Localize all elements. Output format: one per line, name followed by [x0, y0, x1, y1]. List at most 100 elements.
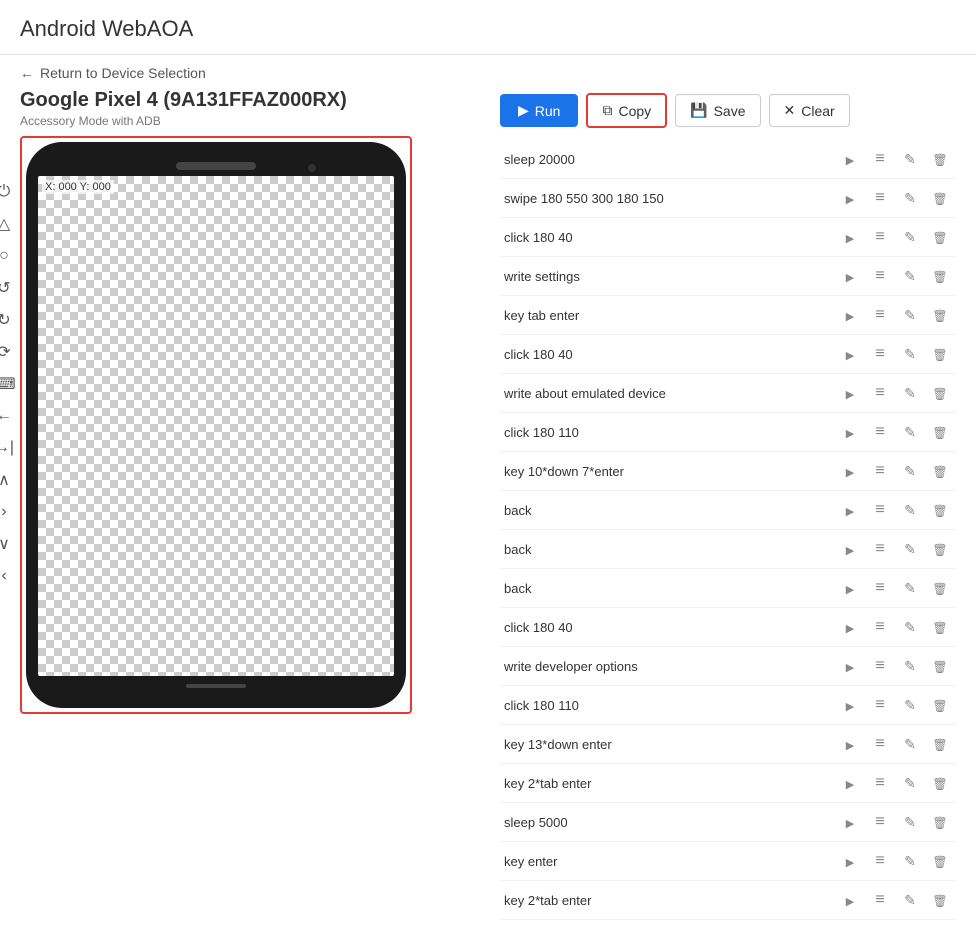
edit-command-btn[interactable] [898, 849, 922, 873]
run-command-btn[interactable] [838, 381, 862, 405]
reorder-command-btn[interactable] [868, 264, 892, 288]
back-nav[interactable]: ← Return to Device Selection [0, 55, 976, 89]
edit-command-btn[interactable] [898, 537, 922, 561]
delete-command-btn[interactable] [928, 576, 952, 600]
edit-command-btn[interactable] [898, 498, 922, 522]
run-command-btn[interactable] [838, 654, 862, 678]
power-btn[interactable]: ⏻ [0, 178, 18, 206]
delete-command-btn[interactable] [928, 615, 952, 639]
reorder-command-btn[interactable] [868, 732, 892, 756]
edit-command-btn[interactable] [898, 186, 922, 210]
delete-command-btn[interactable] [928, 186, 952, 210]
reorder-command-btn[interactable] [868, 498, 892, 522]
reorder-command-btn[interactable] [868, 849, 892, 873]
delete-command-btn[interactable] [928, 693, 952, 717]
edit-command-btn[interactable] [898, 147, 922, 171]
clear-button[interactable]: ✕ Clear [769, 94, 850, 127]
edit-command-btn[interactable] [898, 576, 922, 600]
edit-command-btn[interactable] [898, 771, 922, 795]
run-command-btn[interactable] [838, 537, 862, 561]
run-command-btn[interactable] [838, 303, 862, 327]
delete-command-btn[interactable] [928, 498, 952, 522]
reorder-command-btn[interactable] [868, 420, 892, 444]
copy-button[interactable]: ⧉ Copy [586, 93, 667, 128]
save-button[interactable]: 💾 Save [675, 94, 760, 127]
edit-command-btn[interactable] [898, 810, 922, 834]
run-command-btn[interactable] [838, 810, 862, 834]
run-command-btn[interactable] [838, 888, 862, 912]
edit-command-btn[interactable] [898, 615, 922, 639]
reorder-command-btn[interactable] [868, 342, 892, 366]
reorder-command-btn[interactable] [868, 810, 892, 834]
refresh-btn[interactable]: ⟳ [0, 338, 18, 366]
delete-command-btn[interactable] [928, 264, 952, 288]
run-command-btn[interactable] [838, 615, 862, 639]
delete-command-btn[interactable] [928, 459, 952, 483]
run-command-btn[interactable] [838, 264, 862, 288]
delete-command-btn[interactable] [928, 654, 952, 678]
reorder-command-btn[interactable] [868, 576, 892, 600]
run-command-btn[interactable] [838, 186, 862, 210]
reorder-command-btn[interactable] [868, 186, 892, 210]
delete-command-btn[interactable] [928, 147, 952, 171]
run-command-btn[interactable] [838, 849, 862, 873]
edit-command-btn[interactable] [898, 459, 922, 483]
reorder-command-btn[interactable] [868, 147, 892, 171]
delete-command-btn[interactable] [928, 381, 952, 405]
run-command-btn[interactable] [838, 576, 862, 600]
reorder-command-btn[interactable] [868, 537, 892, 561]
rotate-left-btn[interactable]: ↺ [0, 274, 18, 302]
keyboard-btn[interactable]: ⌨ [0, 370, 18, 398]
delete-command-btn[interactable] [928, 732, 952, 756]
arrow-right-bar-btn[interactable]: →| [0, 434, 18, 462]
edit-command-btn[interactable] [898, 732, 922, 756]
arrow-left-btn[interactable]: ← [0, 402, 18, 430]
edit-command-btn[interactable] [898, 693, 922, 717]
run-command-btn[interactable] [838, 771, 862, 795]
reorder-command-btn[interactable] [868, 225, 892, 249]
edit-command-btn[interactable] [898, 654, 922, 678]
rotate-right-btn[interactable]: ↻ [0, 306, 18, 334]
delete-command-btn[interactable] [928, 537, 952, 561]
edit-command-btn[interactable] [898, 264, 922, 288]
run-command-btn[interactable] [838, 342, 862, 366]
delete-command-btn[interactable] [928, 420, 952, 444]
reorder-command-btn[interactable] [868, 303, 892, 327]
delete-command-btn[interactable] [928, 888, 952, 912]
reorder-command-btn[interactable] [868, 381, 892, 405]
edit-command-btn[interactable] [898, 888, 922, 912]
run-command-btn[interactable] [838, 732, 862, 756]
delete-command-btn[interactable] [928, 849, 952, 873]
run-command-btn[interactable] [838, 498, 862, 522]
delete-command-btn[interactable] [928, 225, 952, 249]
run-command-btn[interactable] [838, 420, 862, 444]
reorder-command-btn[interactable] [868, 459, 892, 483]
run-command-btn[interactable] [838, 147, 862, 171]
edit-command-btn[interactable] [898, 342, 922, 366]
delete-command-btn[interactable] [928, 810, 952, 834]
reorder-command-btn[interactable] [868, 654, 892, 678]
back-btn-circle[interactable]: ○ [0, 242, 18, 270]
edit-command-btn[interactable] [898, 225, 922, 249]
chevron-up-btn[interactable]: ∧ [0, 466, 18, 494]
home-btn[interactable]: △ [0, 210, 18, 238]
chevron-right-btn[interactable]: › [0, 498, 18, 526]
chevron-left-btn[interactable]: ‹ [0, 562, 18, 590]
delete-command-btn[interactable] [928, 303, 952, 327]
run-command-btn[interactable] [838, 693, 862, 717]
reorder-command-btn[interactable] [868, 615, 892, 639]
command-list: sleep 20000 swipe 180 550 300 180 150 cl… [500, 140, 956, 920]
delete-command-btn[interactable] [928, 342, 952, 366]
delete-command-btn[interactable] [928, 771, 952, 795]
run-button[interactable]: ▶ Run [500, 94, 578, 127]
run-command-btn[interactable] [838, 459, 862, 483]
edit-command-btn[interactable] [898, 303, 922, 327]
reorder-command-btn[interactable] [868, 888, 892, 912]
edit-command-btn[interactable] [898, 420, 922, 444]
edit-command-btn[interactable] [898, 381, 922, 405]
chevron-down-btn[interactable]: ∨ [0, 530, 18, 558]
phone-screen[interactable]: X: 000 Y: 000 [38, 176, 394, 676]
reorder-command-btn[interactable] [868, 693, 892, 717]
run-command-btn[interactable] [838, 225, 862, 249]
reorder-command-btn[interactable] [868, 771, 892, 795]
